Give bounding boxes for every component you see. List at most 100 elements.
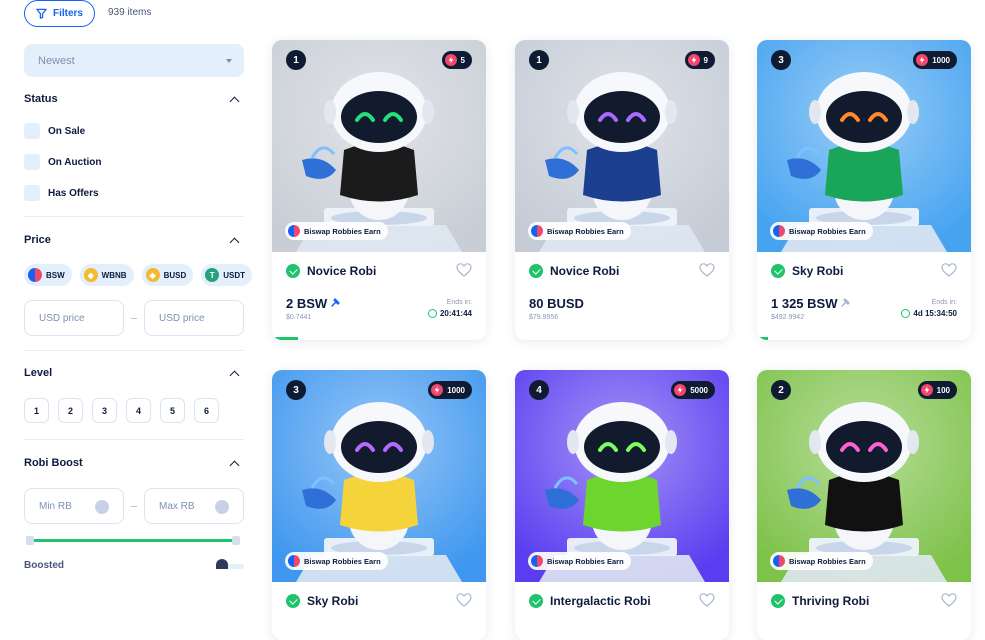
max-price-input[interactable]: USD price [144,300,244,336]
boost-badge: 100 [917,381,957,399]
card-body: Novice Robi 2 BSW $0.7441 Ends in: 20:41:44 [272,252,486,340]
sort-value: Newest [38,54,75,67]
robi-boost-section-header[interactable]: Robi Boost [24,457,244,470]
coin-chip-usdt[interactable]: T USDT [201,264,253,286]
heart-icon[interactable] [456,592,472,608]
busd-coin-icon: ◆ [145,268,160,282]
slider-max-handle[interactable] [232,536,240,545]
card-name: Thriving Robi [792,594,870,608]
card-body: Intergalactic Robi [515,582,729,640]
card-title-row: Sky Robi [771,264,957,278]
range-dash [131,506,137,507]
checkbox-label: Has Offers [48,187,99,199]
level-section-header[interactable]: Level [24,367,244,380]
robot-illustration [515,40,729,252]
sort-select[interactable]: Newest [24,44,244,77]
has-offers-checkbox[interactable]: Has Offers [24,185,99,201]
heart-icon[interactable] [941,262,957,278]
checkbox-box [24,154,40,170]
price-section-header[interactable]: Price [24,234,244,247]
bolt-icon [431,384,444,396]
level-button-2[interactable]: 2 [58,398,83,423]
coin-label: BUSD [163,270,187,280]
status-title: Status [24,93,58,105]
coin-chip-busd[interactable]: ◆ BUSD [141,264,194,286]
min-price-input[interactable]: USD price [24,300,124,336]
range-dash [131,318,137,319]
max-rb-input[interactable]: Max RB [144,488,244,524]
nft-card[interactable]: 3 1000 Biswap Robbies Earn Sky Robi 1 325 BS… [757,40,971,340]
boosted-toggle[interactable] [216,559,244,569]
filters-button[interactable]: Filters [24,0,95,27]
filters-label: Filters [52,8,83,19]
heart-icon[interactable] [941,592,957,608]
clock-icon [427,309,437,318]
items-count: 939 items [108,7,152,18]
level-title: Level [24,367,53,379]
card-image[interactable]: 4 5000 Biswap Robbies Earn [515,370,729,582]
max-rb-placeholder: Max RB [159,500,195,512]
slider-min-handle[interactable] [26,536,34,545]
heart-icon[interactable] [699,262,715,278]
nft-card[interactable]: 1 9 Biswap Robbies Earn Novice Robi 80 BUSD $… [515,40,729,340]
card-name: Intergalactic Robi [550,594,651,608]
bolt-icon [920,384,933,396]
heart-icon[interactable] [456,262,472,278]
card-price: 1 325 BSW [771,296,851,311]
auction-timer: 20:41:44 [427,309,472,318]
robot-illustration [757,40,971,252]
boost-badge: 5 [441,51,472,69]
biswap-logo-icon [531,225,543,237]
card-title-row: Novice Robi [286,264,472,278]
coin-chip-wbnb[interactable]: ◆ WBNB [79,264,134,286]
farm-tag: Biswap Robbies Earn [770,552,873,570]
robi-boost-title: Robi Boost [24,457,83,469]
verified-icon [286,264,300,278]
nft-card[interactable]: 1 5 Biswap Robbies Earn Novice Robi 2 BSW $0.… [272,40,486,340]
min-rb-input[interactable]: Min RB [24,488,124,524]
card-image[interactable]: 1 9 Biswap Robbies Earn [515,40,729,252]
level-options: 1 2 3 4 5 6 [24,398,219,423]
level-button-1[interactable]: 1 [24,398,49,423]
verified-icon [286,594,300,608]
card-image[interactable]: 3 1000 Biswap Robbies Earn [272,370,486,582]
boost-value: 100 [936,385,950,395]
boost-value: 1000 [447,385,465,395]
checkbox-box [24,185,40,201]
divider [24,216,244,217]
level-button-5[interactable]: 5 [160,398,185,423]
price-usd: $0.7441 [286,314,312,321]
min-price-placeholder: USD price [39,312,85,324]
on-sale-checkbox[interactable]: On Sale [24,123,85,139]
card-image[interactable]: 3 1000 Biswap Robbies Earn [757,40,971,252]
timer-value: 4d 15:34:50 [913,309,957,318]
card-image[interactable]: 2 100 Biswap Robbies Earn [757,370,971,582]
card-price: 80 BUSD [529,296,584,311]
on-auction-checkbox[interactable]: On Auction [24,154,102,170]
bsw-coin-icon [28,268,42,282]
robot-illustration [272,40,486,252]
level-button-6[interactable]: 6 [194,398,219,423]
boost-range-slider[interactable] [30,539,234,542]
boost-badge: 5000 [671,381,715,399]
nft-card[interactable]: 2 100 Biswap Robbies Earn Thriving Robi [757,370,971,640]
status-section-header[interactable]: Status [24,93,244,106]
coin-chip-bsw[interactable]: BSW [24,264,72,286]
card-image[interactable]: 1 5 Biswap Robbies Earn [272,40,486,252]
level-button-4[interactable]: 4 [126,398,151,423]
divider [24,350,244,351]
level-button-3[interactable]: 3 [92,398,117,423]
robot-illustration [515,370,729,582]
nft-card[interactable]: 3 1000 Biswap Robbies Earn Sky Robi [272,370,486,640]
nft-card[interactable]: 4 5000 Biswap Robbies Earn Intergalactic Ro… [515,370,729,640]
usdt-coin-icon: T [205,268,220,282]
verified-icon [771,594,785,608]
bolt-icon [916,54,929,66]
coin-label: USDT [223,270,246,280]
toggle-knob [216,559,228,569]
heart-icon[interactable] [699,592,715,608]
ends-in-label: Ends in: [446,299,472,306]
boost-badge: 9 [684,51,715,69]
biswap-logo-icon [288,225,300,237]
card-body: Novice Robi 80 BUSD $79.9956 [515,252,729,340]
